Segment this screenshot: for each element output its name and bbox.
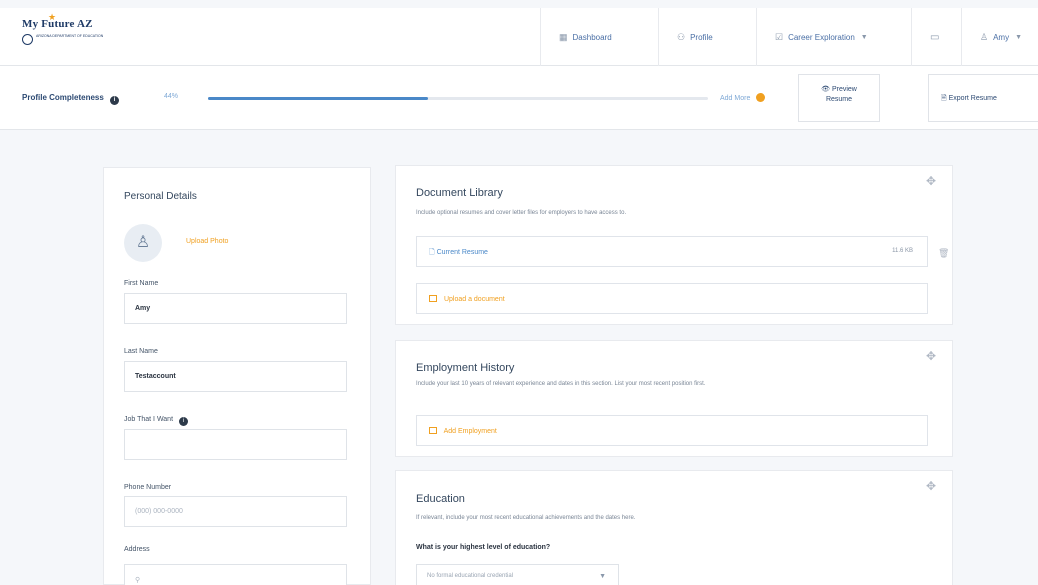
nav-user-label: Amy bbox=[993, 32, 1010, 42]
info-icon[interactable]: i bbox=[110, 96, 120, 105]
move-icon[interactable]: ✥ bbox=[926, 174, 936, 188]
ade-seal-icon bbox=[22, 34, 33, 45]
address-label: Address bbox=[124, 546, 150, 553]
phone-label: Phone Number bbox=[124, 484, 172, 491]
document-library-desc: Include optional resumes and cover lette… bbox=[416, 210, 627, 216]
profile-completeness-label: Profile Completeness i bbox=[22, 93, 120, 105]
first-name-field[interactable]: Amy bbox=[124, 293, 347, 324]
user-icon: ♙ bbox=[980, 31, 989, 42]
education-level-select[interactable]: No formal educational credential ▼ bbox=[416, 564, 619, 585]
export-resume-button[interactable]: 🗎︎ Export Resume bbox=[928, 74, 1038, 122]
chevron-down-icon: ▼ bbox=[1015, 33, 1023, 41]
personal-details-card: Personal Details ♙ Upload Photo First Na… bbox=[103, 167, 371, 585]
preview-resume-button[interactable]: 👁︎ Preview Resume bbox=[798, 74, 880, 122]
upload-photo-link[interactable]: Upload Photo bbox=[186, 238, 228, 245]
employment-history-desc: Include your last 10 years of relevant e… bbox=[416, 381, 706, 387]
chevron-down-icon: ▼ bbox=[860, 33, 868, 41]
add-icon bbox=[429, 427, 437, 434]
logo-title: My Future AZ bbox=[22, 18, 93, 30]
phone-field[interactable]: (000) 000-0000 bbox=[124, 496, 347, 527]
trash-icon[interactable]: 🗑︎ bbox=[938, 248, 949, 259]
nav-dashboard-label: Dashboard bbox=[572, 32, 612, 42]
preview-label-2: Resume bbox=[825, 96, 853, 103]
profile-completeness-bar: Profile Completeness i 44% Add More 👁︎ P… bbox=[0, 66, 1038, 130]
file-size: 11.6 KB bbox=[892, 248, 913, 254]
document-library-card: ✥ Document Library Include optional resu… bbox=[395, 165, 953, 325]
move-icon[interactable]: ✥ bbox=[926, 349, 936, 363]
job-label-text: Job That I Want bbox=[124, 416, 174, 423]
current-resume-link[interactable]: Current Resume bbox=[437, 249, 488, 256]
export-label: Export Resume bbox=[948, 95, 997, 102]
my-future-az-logo[interactable]: ★ My Future AZ Arizona Department of Edu… bbox=[22, 12, 132, 58]
current-resume-row[interactable]: 🗋︎ Current Resume 11.6 KB bbox=[416, 236, 928, 267]
nav-career-exploration[interactable]: ☑ Career Exploration ▼ bbox=[756, 8, 911, 66]
add-employment-button[interactable]: Add Employment bbox=[416, 415, 928, 446]
education-title: Education bbox=[416, 493, 465, 505]
add-more-label: Add More bbox=[720, 95, 751, 102]
education-card: ✥ Education If relevant, include your mo… bbox=[395, 470, 953, 585]
personal-details-title: Personal Details bbox=[124, 191, 197, 202]
progress-fill bbox=[208, 97, 428, 100]
first-name-label: First Name bbox=[124, 280, 159, 287]
info-icon[interactable]: i bbox=[178, 417, 188, 426]
document-icon: 🗎︎ bbox=[941, 95, 947, 102]
nav-messages[interactable]: ▭ bbox=[911, 8, 961, 66]
last-name-field[interactable]: Testaccount bbox=[124, 361, 347, 392]
logo-subtitle: Arizona Department of Education bbox=[36, 34, 104, 38]
add-employment-label: Add Employment bbox=[443, 428, 497, 435]
nav-profile[interactable]: ⚇ Profile bbox=[658, 8, 756, 66]
location-pin-icon: ⚲ bbox=[135, 577, 141, 584]
last-name-label: Last Name bbox=[124, 348, 158, 355]
education-question: What is your highest level of education? bbox=[416, 544, 551, 551]
logo-star-icon: ★ bbox=[48, 12, 57, 22]
job-field[interactable] bbox=[124, 429, 347, 460]
avatar-icon: ♙ bbox=[124, 224, 162, 262]
upload-document-button[interactable]: Upload a document bbox=[416, 283, 928, 314]
education-desc: If relevant, include your most recent ed… bbox=[416, 515, 636, 521]
profile-icon: ⚇ bbox=[677, 31, 686, 42]
file-icon: 🗋︎ bbox=[429, 249, 435, 256]
upload-icon bbox=[429, 295, 437, 302]
employment-history-card: ✥ Employment History Include your last 1… bbox=[395, 340, 953, 457]
checklist-icon: ☑ bbox=[775, 31, 784, 42]
progress-track bbox=[208, 97, 708, 100]
preview-label-1: Preview bbox=[831, 86, 857, 93]
document-library-title: Document Library bbox=[416, 187, 503, 199]
add-more-link[interactable]: Add More bbox=[720, 93, 766, 102]
profile-completeness-text: Profile Completeness bbox=[22, 93, 104, 102]
move-icon[interactable]: ✥ bbox=[926, 479, 936, 493]
address-field[interactable]: ⚲ bbox=[124, 564, 347, 585]
message-icon: ▭ bbox=[930, 31, 940, 43]
nav-profile-label: Profile bbox=[690, 32, 713, 42]
nav-user-menu[interactable]: ♙ Amy ▼ bbox=[961, 8, 1038, 66]
upload-document-label: Upload a document bbox=[443, 296, 505, 303]
nav-career-label: Career Exploration bbox=[788, 32, 855, 42]
education-select-value: No formal educational credential bbox=[427, 573, 514, 579]
completeness-percent: 44% bbox=[164, 93, 179, 100]
employment-history-title: Employment History bbox=[416, 362, 515, 374]
top-navbar: ★ My Future AZ Arizona Department of Edu… bbox=[0, 8, 1038, 66]
chevron-down-icon: ▼ bbox=[599, 573, 606, 580]
eye-icon: 👁︎ Preview bbox=[821, 86, 857, 93]
dashboard-icon: ▦ bbox=[559, 31, 568, 42]
nav-dashboard[interactable]: ▦ Dashboard bbox=[540, 8, 658, 66]
job-label: Job That I Want i bbox=[124, 416, 188, 426]
add-more-icon bbox=[756, 93, 766, 102]
